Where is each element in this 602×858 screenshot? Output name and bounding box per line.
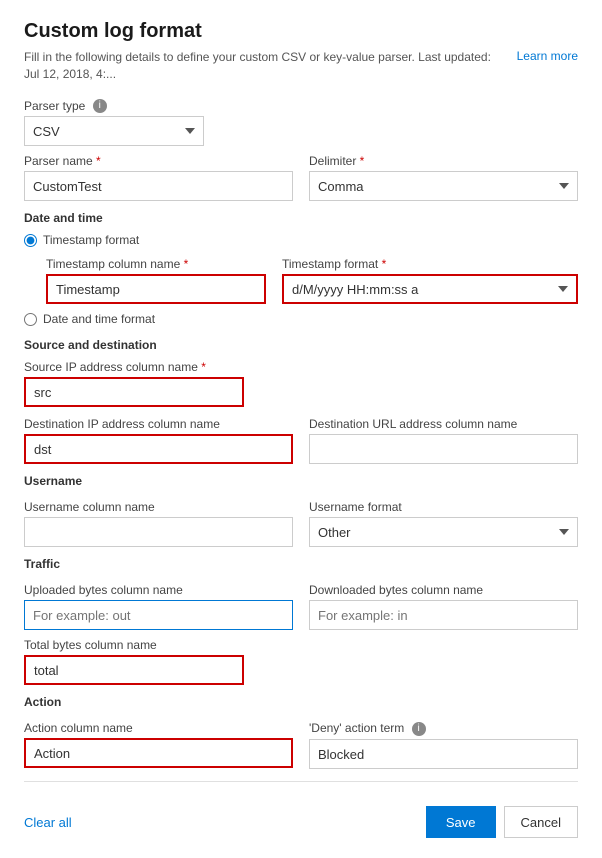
deny-label: 'Deny' action term i	[309, 721, 578, 736]
parser-type-select[interactable]: CSV Key-value	[24, 116, 204, 146]
timestamp-format-radio-label: Timestamp format	[43, 233, 139, 247]
dest-ip-label: Destination IP address column name	[24, 417, 293, 431]
downloaded-input[interactable]	[309, 600, 578, 630]
clear-all-link[interactable]: Clear all	[24, 815, 72, 830]
parser-type-info-icon: i	[93, 99, 107, 113]
date-time-format-radio[interactable]	[24, 313, 37, 326]
deny-info-icon: i	[412, 722, 426, 736]
uploaded-label: Uploaded bytes column name	[24, 583, 293, 597]
downloaded-label: Downloaded bytes column name	[309, 583, 578, 597]
timestamp-format-radio[interactable]	[24, 234, 37, 247]
parser-name-input[interactable]	[24, 171, 293, 201]
source-destination-section-label: Source and destination	[24, 338, 578, 352]
traffic-section-label: Traffic	[24, 557, 578, 571]
dest-ip-input[interactable]	[24, 434, 293, 464]
timestamp-column-name-input[interactable]	[46, 274, 266, 304]
parser-type-label: Parser type i	[24, 99, 578, 114]
source-ip-input[interactable]	[24, 377, 244, 407]
timestamp-column-name-label: Timestamp column name	[46, 257, 266, 271]
username-format-select[interactable]: Other Domain\Username Username@Domain Us…	[309, 517, 578, 547]
uploaded-input[interactable]	[24, 600, 293, 630]
action-column-name-input[interactable]	[24, 738, 293, 768]
cancel-button[interactable]: Cancel	[504, 806, 578, 838]
total-input[interactable]	[24, 655, 244, 685]
timestamp-format-label: Timestamp format	[282, 257, 578, 271]
subtitle-text: Fill in the following details to define …	[24, 49, 505, 83]
dest-url-label: Destination URL address column name	[309, 417, 578, 431]
action-section-label: Action	[24, 695, 578, 709]
delimiter-select[interactable]: Comma Tab Pipe Space Semicolon	[309, 171, 578, 201]
username-format-label: Username format	[309, 500, 578, 514]
date-time-section-label: Date and time	[24, 211, 578, 225]
save-button[interactable]: Save	[426, 806, 496, 838]
username-column-name-label: Username column name	[24, 500, 293, 514]
action-column-name-label: Action column name	[24, 721, 293, 735]
username-section-label: Username	[24, 474, 578, 488]
page-title: Custom log format	[24, 20, 578, 43]
total-label: Total bytes column name	[24, 638, 244, 652]
username-column-name-input[interactable]	[24, 517, 293, 547]
timestamp-format-select[interactable]: d/M/yyyy HH:mm:ss a M/d/yyyy HH:mm:ss yy…	[282, 274, 578, 304]
source-ip-label: Source IP address column name	[24, 360, 578, 374]
learn-more-link[interactable]: Learn more	[517, 49, 578, 63]
parser-name-label: Parser name	[24, 154, 293, 168]
dest-url-input[interactable]	[309, 434, 578, 464]
date-time-format-radio-label: Date and time format	[43, 312, 155, 326]
delimiter-label: Delimiter	[309, 154, 578, 168]
deny-input[interactable]	[309, 739, 578, 769]
